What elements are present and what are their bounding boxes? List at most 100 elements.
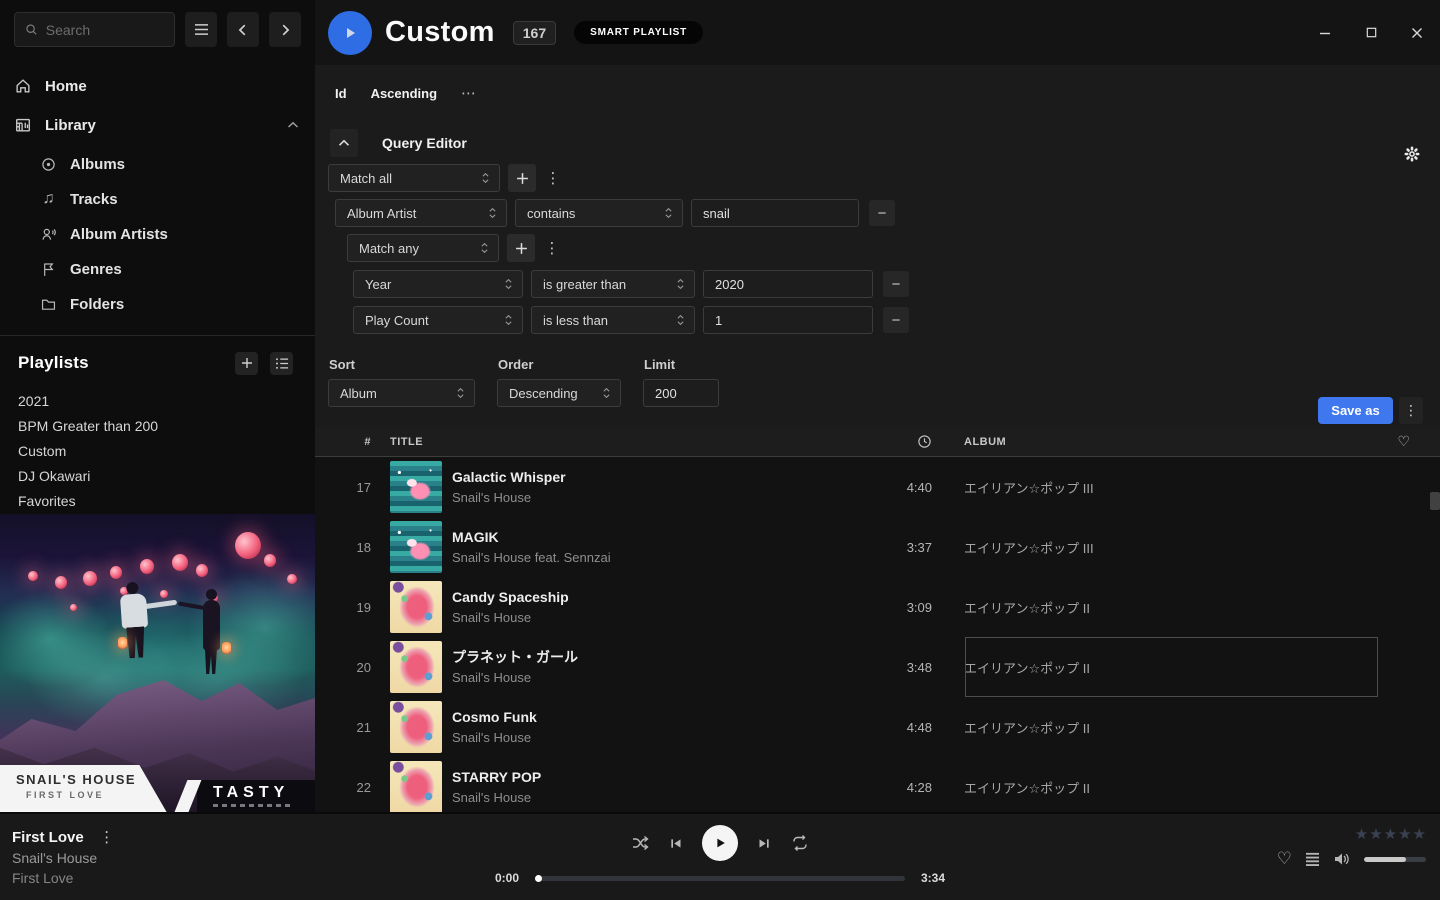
favorite-button[interactable]: ♡ — [1277, 851, 1292, 867]
track-album[interactable]: エイリアン☆ポップ II — [964, 658, 1384, 677]
sidebar-item-library[interactable]: Library — [0, 112, 315, 138]
remove-rule-button[interactable]: − — [869, 200, 895, 226]
sidebar-item-home[interactable]: Home — [0, 73, 315, 99]
playlist-item[interactable]: Favorites — [0, 489, 315, 514]
previous-button[interactable] — [668, 836, 683, 851]
now-playing-artwork[interactable]: SNAIL'S HOUSE FIRST LOVE TASTY — [0, 514, 315, 812]
limit-input[interactable] — [643, 379, 719, 407]
sidebar-nav: Home Library Albums ♫Tracks Album Artists G… — [0, 73, 315, 327]
playlist-item[interactable]: DJ Okawari — [0, 464, 315, 489]
rule-operator-select[interactable]: is less than — [531, 306, 695, 334]
star-icon[interactable]: ★ — [1398, 827, 1411, 843]
rule-field-select[interactable]: Play Count — [353, 306, 523, 334]
sort-select[interactable]: Album — [328, 379, 475, 407]
artwork-figure-woman — [203, 600, 220, 650]
star-icon[interactable]: ★ — [1355, 827, 1368, 843]
settings-button[interactable] — [1404, 146, 1420, 162]
rule-value-input[interactable] — [703, 270, 873, 298]
rule-field-select[interactable]: Year — [353, 270, 523, 298]
album-art-thumbnail — [390, 701, 442, 753]
duration-icon — [917, 434, 932, 449]
query-editor-collapse-button[interactable] — [330, 129, 358, 157]
volume-slider[interactable] — [1364, 857, 1426, 862]
play-pause-button[interactable] — [702, 825, 738, 861]
save-as-button[interactable]: Save as — [1318, 397, 1393, 424]
duration-column-header[interactable] — [852, 434, 932, 449]
track-row[interactable]: 17Galactic WhisperSnail's House4:40エイリアン… — [315, 457, 1440, 517]
add-rule-button[interactable] — [507, 234, 535, 262]
rule-operator-select[interactable]: is greater than — [531, 270, 695, 298]
scrollbar-thumb[interactable] — [1430, 492, 1440, 510]
number-column-header[interactable]: # — [331, 436, 371, 448]
playlist-item[interactable]: 2021 — [0, 389, 315, 414]
queue-button[interactable] — [1305, 852, 1320, 866]
rule-field-select[interactable]: Album Artist — [335, 199, 507, 227]
order-select[interactable]: Descending — [497, 379, 621, 407]
sidebar-item-label: Album Artists — [70, 226, 168, 243]
title-column-header[interactable]: TITLE — [390, 436, 852, 448]
seek-bar[interactable] — [535, 876, 905, 881]
playlist-menu-button[interactable] — [270, 352, 293, 375]
sort-field-button[interactable]: Id — [335, 86, 347, 101]
album-column-header[interactable]: ALBUM — [964, 436, 1384, 448]
track-row[interactable]: 20プラネット・ガールSnail's House3:48エイリアン☆ポップ II — [315, 637, 1440, 697]
remove-rule-button[interactable]: − — [883, 271, 909, 297]
minimize-button[interactable] — [1316, 24, 1334, 42]
track-artist: Snail's House — [452, 789, 852, 807]
track-album[interactable]: エイリアン☆ポップ II — [964, 718, 1384, 737]
forward-button[interactable] — [269, 12, 301, 47]
menu-button[interactable] — [185, 12, 217, 47]
search-box[interactable] — [14, 12, 175, 47]
playlist-item[interactable]: Custom — [0, 439, 315, 464]
query-menu-button[interactable]: ⋮ — [1399, 397, 1423, 424]
play-playlist-button[interactable] — [328, 11, 372, 55]
sort-direction-button[interactable]: Ascending — [371, 86, 437, 101]
track-album[interactable]: エイリアン☆ポップ II — [964, 598, 1384, 617]
playlist-item[interactable]: BPM Greater than 200 — [0, 414, 315, 439]
favorite-column-header[interactable]: ♡ — [1384, 433, 1424, 450]
match-type-select[interactable]: Match all — [328, 164, 500, 192]
shuffle-button[interactable] — [631, 834, 649, 852]
sidebar-item-folders[interactable]: Folders — [0, 292, 315, 316]
group-menu-button[interactable]: ⋮ — [543, 239, 561, 257]
star-icon[interactable]: ★ — [1384, 827, 1397, 843]
query-nested-group-row: Match any ⋮ — [347, 234, 1440, 262]
back-button[interactable] — [227, 12, 259, 47]
now-playing-menu-button[interactable]: ⋮ — [98, 828, 116, 846]
track-album[interactable]: エイリアン☆ポップ III — [964, 538, 1384, 557]
sidebar-item-album-artists[interactable]: Album Artists — [0, 222, 315, 246]
nested-match-type-select[interactable]: Match any — [347, 234, 499, 262]
next-button[interactable] — [757, 836, 772, 851]
main-panel: Custom 167 SMART PLAYLIST Id Ascending ⋯ — [315, 0, 1440, 812]
star-icon[interactable]: ★ — [1369, 827, 1382, 843]
sidebar-item-tracks[interactable]: ♫Tracks — [0, 187, 315, 211]
album-art-thumbnail — [390, 461, 442, 513]
collapse-icon[interactable] — [287, 121, 299, 129]
track-row[interactable]: 21Cosmo FunkSnail's House4:48エイリアン☆ポップ I… — [315, 697, 1440, 757]
track-row[interactable]: 19Candy SpaceshipSnail's House3:09エイリアン☆… — [315, 577, 1440, 637]
repeat-button[interactable] — [791, 834, 809, 852]
search-input[interactable] — [46, 22, 164, 38]
rule-value-input[interactable] — [703, 306, 873, 334]
track-row[interactable]: 18MAGIKSnail's House feat. Sennzai3:37エイ… — [315, 517, 1440, 577]
track-album[interactable]: エイリアン☆ポップ II — [964, 778, 1384, 797]
add-playlist-button[interactable] — [235, 352, 258, 375]
player-bar: First Love ⋮ Snail's House First Love — [0, 812, 1440, 900]
sidebar-item-genres[interactable]: Genres — [0, 257, 315, 281]
close-button[interactable] — [1408, 24, 1426, 42]
remove-rule-button[interactable]: − — [883, 307, 909, 333]
group-menu-button[interactable]: ⋮ — [544, 169, 562, 187]
volume-button[interactable] — [1333, 851, 1351, 867]
more-options-button[interactable]: ⋯ — [461, 84, 477, 102]
rule-operator-select[interactable]: contains — [515, 199, 683, 227]
rule-value-input[interactable] — [691, 199, 859, 227]
sidebar-item-albums[interactable]: Albums — [0, 152, 315, 176]
add-rule-button[interactable] — [508, 164, 536, 192]
star-icon[interactable]: ★ — [1413, 827, 1426, 843]
maximize-button[interactable] — [1362, 24, 1380, 42]
track-album[interactable]: エイリアン☆ポップ III — [964, 478, 1384, 497]
seek-knob[interactable] — [535, 875, 542, 882]
track-row[interactable]: 22STARRY POPSnail's House4:28エイリアン☆ポップ I… — [315, 757, 1440, 812]
track-number: 21 — [331, 720, 371, 735]
select-arrows-icon — [676, 277, 685, 291]
